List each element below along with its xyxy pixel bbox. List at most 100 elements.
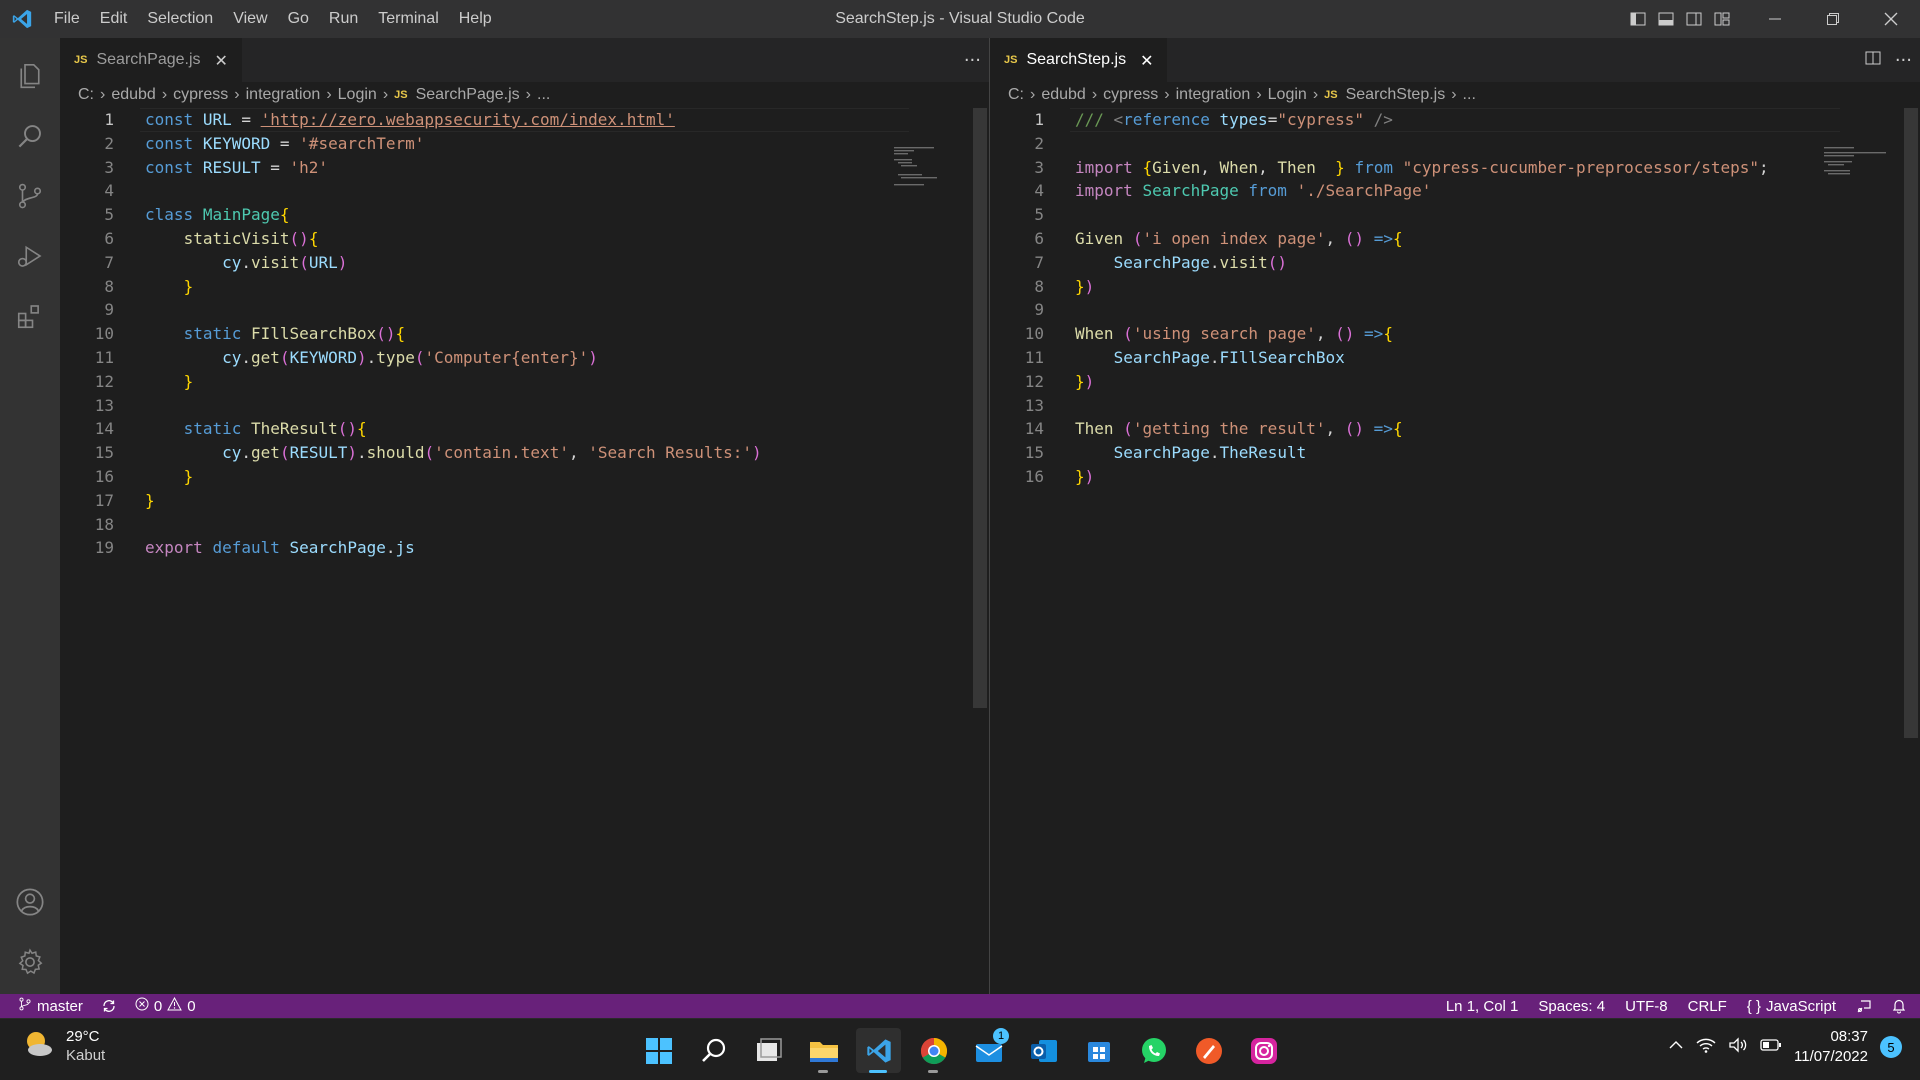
show-hidden-icons-icon[interactable] [1668, 1037, 1684, 1057]
breadcrumb-item[interactable]: ... [1463, 86, 1476, 104]
code-line[interactable]: 13 [60, 394, 989, 418]
code-line[interactable]: 17} [60, 489, 989, 513]
minimap[interactable] [1822, 146, 1888, 186]
code-line[interactable]: 19 export default SearchPage.js [60, 536, 989, 560]
battery-icon[interactable] [1760, 1038, 1782, 1056]
menu-run[interactable]: Run [319, 0, 368, 38]
explorer-icon[interactable] [0, 46, 60, 106]
accounts-icon[interactable] [0, 872, 60, 932]
code-line[interactable]: 18 [60, 513, 989, 537]
store-icon[interactable] [1076, 1028, 1121, 1073]
toggle-primary-sidebar-icon[interactable] [1624, 0, 1652, 38]
breadcrumb-item[interactable]: Login [338, 86, 377, 104]
app-icon[interactable] [1186, 1028, 1231, 1073]
wifi-icon[interactable] [1696, 1037, 1716, 1057]
file-explorer-icon[interactable] [801, 1028, 846, 1073]
code-line[interactable]: 14 Then ('getting the result', () =>{ [990, 417, 1920, 441]
code-line[interactable]: 11 SearchPage.FIllSearchBox [990, 346, 1920, 370]
more-actions-icon[interactable]: ··· [964, 50, 981, 71]
breadcrumb-item[interactable]: C: [78, 86, 94, 104]
close-tab-icon[interactable]: ✕ [1140, 51, 1153, 70]
vertical-scrollbar[interactable] [973, 108, 987, 708]
language-mode[interactable]: { } JavaScript [1737, 994, 1846, 1018]
code-line[interactable]: 11 cy.get(KEYWORD).type('Computer{enter}… [60, 346, 989, 370]
code-line[interactable]: 7 SearchPage.visit() [990, 251, 1920, 275]
weather-widget[interactable]: 29°C Kabut [22, 1027, 105, 1065]
code-line[interactable]: 6 Given ('i open index page', () =>{ [990, 227, 1920, 251]
code-line[interactable]: 12}) [990, 370, 1920, 394]
manage-gear-icon[interactable] [0, 932, 60, 992]
code-line[interactable]: 10 When ('using search page', () =>{ [990, 322, 1920, 346]
vscode-icon[interactable] [856, 1028, 901, 1073]
breadcrumb-item[interactable]: C: [1008, 86, 1024, 104]
branch-indicator[interactable]: master [0, 994, 92, 1018]
search-icon[interactable] [691, 1028, 736, 1073]
breadcrumb-item[interactable]: cypress [173, 86, 228, 104]
sync-icon[interactable] [92, 994, 126, 1018]
code-line[interactable]: 8 } [60, 275, 989, 299]
tab-searchstep[interactable]: JS SearchStep.js ✕ [990, 38, 1168, 82]
menu-go[interactable]: Go [278, 0, 319, 38]
code-line[interactable]: 5 [990, 203, 1920, 227]
menu-file[interactable]: File [44, 0, 90, 38]
outlook-icon[interactable] [1021, 1028, 1066, 1073]
problems-indicator[interactable]: 0 0 [126, 994, 205, 1018]
task-view-icon[interactable] [746, 1028, 791, 1073]
breadcrumb-item[interactable]: SearchPage.js [416, 86, 520, 104]
code-line[interactable]: 1 const URL = 'http://zero.webappsecurity… [60, 108, 989, 132]
feedback-icon[interactable] [1846, 994, 1882, 1018]
notifications-bell-icon[interactable] [1882, 994, 1920, 1018]
code-line[interactable]: 2 [990, 132, 1920, 156]
mail-icon[interactable]: 1 [966, 1028, 1011, 1073]
code-line[interactable]: 15 cy.get(RESULT).should('contain.text',… [60, 441, 989, 465]
minimize-icon[interactable] [1746, 0, 1804, 38]
more-actions-icon[interactable]: ··· [1895, 50, 1912, 71]
menu-terminal[interactable]: Terminal [368, 0, 448, 38]
minimap[interactable] [892, 146, 958, 186]
toggle-secondary-sidebar-icon[interactable] [1680, 0, 1708, 38]
code-editor[interactable]: 1 const URL = 'http://zero.webappsecurity… [60, 108, 989, 560]
code-line[interactable]: 9 [990, 298, 1920, 322]
volume-icon[interactable] [1728, 1037, 1748, 1057]
code-line[interactable]: 3 import {Given, When, Then } from "cypre… [990, 156, 1920, 180]
code-line[interactable]: 13 [990, 394, 1920, 418]
code-line[interactable]: 16 } [60, 465, 989, 489]
breadcrumb-item[interactable]: edubd [1041, 86, 1086, 104]
code-line[interactable]: 6 staticVisit(){ [60, 227, 989, 251]
clock[interactable]: 08:37 11/07/2022 [1794, 1027, 1868, 1067]
extensions-icon[interactable] [0, 286, 60, 346]
whatsapp-icon[interactable] [1131, 1028, 1176, 1073]
toggle-panel-icon[interactable] [1652, 0, 1680, 38]
instagram-icon[interactable] [1241, 1028, 1286, 1073]
code-line[interactable]: 4 [60, 179, 989, 203]
breadcrumb-item[interactable]: SearchStep.js [1346, 86, 1446, 104]
breadcrumb-item[interactable]: Login [1268, 86, 1307, 104]
breadcrumb-item[interactable]: edubd [111, 86, 156, 104]
breadcrumb-item[interactable]: integration [246, 86, 321, 104]
code-line[interactable]: 14 static TheResult(){ [60, 417, 989, 441]
code-line[interactable]: 8}) [990, 275, 1920, 299]
chrome-icon[interactable] [911, 1028, 956, 1073]
close-window-icon[interactable] [1862, 0, 1920, 38]
cursor-position[interactable]: Ln 1, Col 1 [1436, 994, 1529, 1018]
code-line[interactable]: 3 const RESULT = 'h2' [60, 156, 989, 180]
breadcrumb-item[interactable]: ... [537, 86, 550, 104]
menu-edit[interactable]: Edit [90, 0, 138, 38]
run-and-debug-icon[interactable] [0, 226, 60, 286]
restore-icon[interactable] [1804, 0, 1862, 38]
source-control-icon[interactable] [0, 166, 60, 226]
indentation[interactable]: Spaces: 4 [1528, 994, 1615, 1018]
close-tab-icon[interactable]: ✕ [215, 51, 228, 70]
menu-view[interactable]: View [223, 0, 277, 38]
split-editor-icon[interactable] [1865, 50, 1881, 71]
code-line[interactable]: 15 SearchPage.TheResult [990, 441, 1920, 465]
code-line[interactable]: 9 [60, 298, 989, 322]
menu-selection[interactable]: Selection [137, 0, 223, 38]
search-icon[interactable] [0, 106, 60, 166]
line-ending[interactable]: CRLF [1678, 994, 1737, 1018]
start-icon[interactable] [636, 1028, 681, 1073]
encoding[interactable]: UTF-8 [1615, 994, 1678, 1018]
code-line[interactable]: 2 const KEYWORD = '#searchTerm' [60, 132, 989, 156]
code-line[interactable]: 7 cy.visit(URL) [60, 251, 989, 275]
tab-searchpage[interactable]: JS SearchPage.js ✕ [60, 38, 242, 82]
